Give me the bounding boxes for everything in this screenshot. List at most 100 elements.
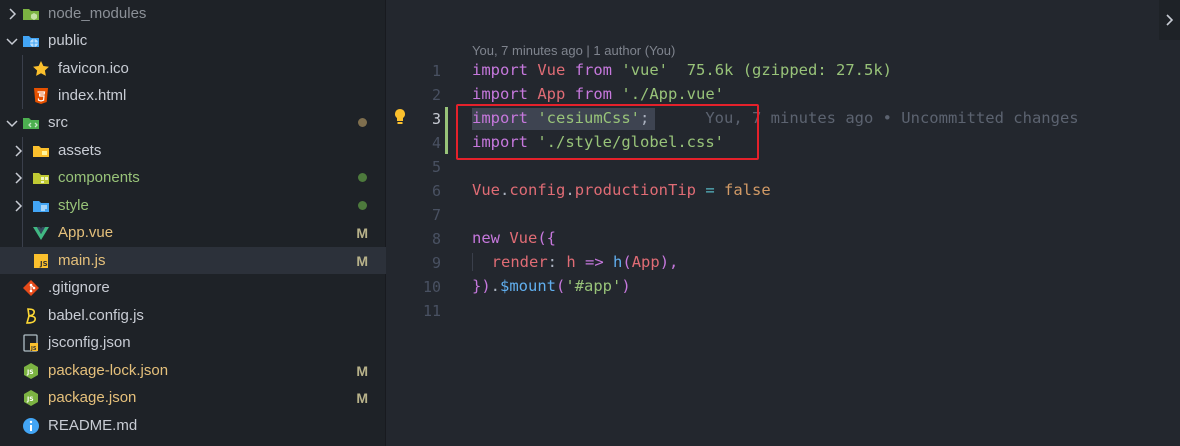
tree-item-node-modules[interactable]: node_modules <box>0 0 386 27</box>
nodejs-icon: JS <box>22 362 40 380</box>
import-cost: 75.6k (gzipped: 27.5k) <box>686 61 893 79</box>
keyword: new <box>472 229 500 247</box>
tree-item-label: style <box>58 197 89 214</box>
tree-item-label: src <box>48 114 68 131</box>
line-number: 4 <box>431 134 441 152</box>
punctuation: . <box>565 181 575 199</box>
tree-item-assets[interactable]: assets <box>0 137 386 164</box>
tree-item-package-lock[interactable]: JS package-lock.json M <box>0 357 386 384</box>
components-folder-icon <box>32 169 50 187</box>
css-folder-icon <box>32 197 50 215</box>
svg-text:JS: JS <box>39 260 48 268</box>
highlight-annotation-box <box>456 104 759 160</box>
tree-item-label: package.json <box>48 389 137 406</box>
code-line-8[interactable]: new Vue({ <box>472 229 556 247</box>
punctuation: . <box>490 277 501 295</box>
tree-item-style[interactable]: style <box>0 192 386 219</box>
line-number: 5 <box>431 158 441 176</box>
keyword: from <box>574 85 613 103</box>
keyword: from <box>574 61 613 79</box>
tree-item-jsconfig[interactable]: JS jsconfig.json <box>0 329 386 356</box>
identifier: App <box>631 253 660 271</box>
punctuation: ( <box>622 253 632 271</box>
line-number: 7 <box>431 206 441 224</box>
inline-blame: You, 7 minutes ago • Uncommitted changes <box>705 109 1079 127</box>
chevron-right-icon <box>1165 14 1173 26</box>
tree-item-main-js[interactable]: JS main.js M <box>0 247 386 274</box>
property: config <box>509 181 566 199</box>
tree-item-label: README.md <box>48 417 138 434</box>
untracked-dot <box>358 173 367 182</box>
string-literal: './App.vue' <box>621 85 725 103</box>
js-icon: JS <box>32 252 50 270</box>
tree-item-label: index.html <box>58 87 127 104</box>
tree-item-app-vue[interactable]: App.vue M <box>0 219 386 246</box>
modified-badge: M <box>356 362 368 379</box>
code-editor[interactable]: You, 7 minutes ago | 1 author (You) 1 2 … <box>387 0 1180 446</box>
tree-item-index-html[interactable]: index.html <box>0 82 386 109</box>
punctuation: ), <box>659 253 679 271</box>
boolean: false <box>724 181 771 199</box>
modified-badge: M <box>356 252 368 269</box>
jsconfig-icon: JS <box>22 333 40 352</box>
chevron-right-icon <box>10 170 26 186</box>
tree-item-label: package-lock.json <box>48 362 169 379</box>
tree-item-readme[interactable]: README.md <box>0 412 386 439</box>
tree-item-components[interactable]: components <box>0 164 386 191</box>
code-line-10[interactable]: }).$mount('#app') <box>472 277 631 295</box>
chevron-right-icon <box>10 198 26 214</box>
function-call: h <box>613 253 623 271</box>
tree-item-package-json[interactable]: JS package.json M <box>0 384 386 411</box>
identifier: Vue <box>509 229 538 247</box>
line-number: 10 <box>422 278 441 296</box>
punctuation: ( <box>556 277 566 295</box>
line-number: 8 <box>431 230 441 248</box>
punctuation: : <box>547 253 567 271</box>
tree-item-label: babel.config.js <box>48 307 144 324</box>
modified-badge: M <box>356 389 368 406</box>
line-number: 9 <box>431 254 441 272</box>
src-folder-icon <box>22 114 40 132</box>
chevron-down-icon <box>4 33 20 49</box>
punctuation: . <box>500 181 510 199</box>
property: render <box>491 253 548 271</box>
line-number: 11 <box>422 302 441 320</box>
nodejs-icon: JS <box>22 389 40 407</box>
code-line-6[interactable]: Vue.config.productionTip = false <box>472 181 771 199</box>
tree-item-src[interactable]: src <box>0 109 386 136</box>
git-icon <box>22 279 40 297</box>
explorer-sidebar: node_modules public favicon.ico index.ht… <box>0 0 386 446</box>
code-line-1[interactable]: import Vue from 'vue' 75.6k (gzipped: 27… <box>472 61 892 79</box>
untracked-dot <box>358 201 367 210</box>
info-icon <box>22 417 40 435</box>
tree-item-label: node_modules <box>48 5 147 22</box>
tree-item-label: App.vue <box>58 224 114 241</box>
tree-item-babel-config[interactable]: babel.config.js <box>0 302 386 329</box>
punctuation: ({ <box>537 229 557 247</box>
identifier: Vue <box>472 181 500 199</box>
tree-item-label: .gitignore <box>48 279 110 296</box>
tree-item-favicon[interactable]: favicon.ico <box>0 55 386 82</box>
code-line-2[interactable]: import App from './App.vue' <box>472 85 724 103</box>
codelens-blame[interactable]: You, 7 minutes ago | 1 author (You) <box>472 43 675 58</box>
globe-folder-icon <box>22 32 40 50</box>
tree-item-gitignore[interactable]: .gitignore <box>0 274 386 301</box>
keyword: import <box>472 61 528 79</box>
expand-panel-button[interactable] <box>1159 0 1180 40</box>
code-line-9[interactable]: render: h => h(App), <box>472 253 678 271</box>
node-folder-icon <box>22 5 40 23</box>
tree-item-label: components <box>58 169 140 186</box>
svg-text:JS: JS <box>26 369 34 376</box>
line-number: 1 <box>431 62 441 80</box>
identifier: h <box>566 253 576 271</box>
chevron-down-icon <box>4 115 20 131</box>
function-call: $mount <box>500 277 557 295</box>
line-number: 3 <box>431 110 441 128</box>
tree-item-label: main.js <box>58 252 106 269</box>
tree-item-public[interactable]: public <box>0 27 386 54</box>
html5-icon <box>32 87 50 105</box>
chevron-right-icon <box>4 6 20 22</box>
svg-text:JS: JS <box>26 396 34 403</box>
modified-badge: M <box>356 224 368 241</box>
property: productionTip <box>574 181 697 199</box>
